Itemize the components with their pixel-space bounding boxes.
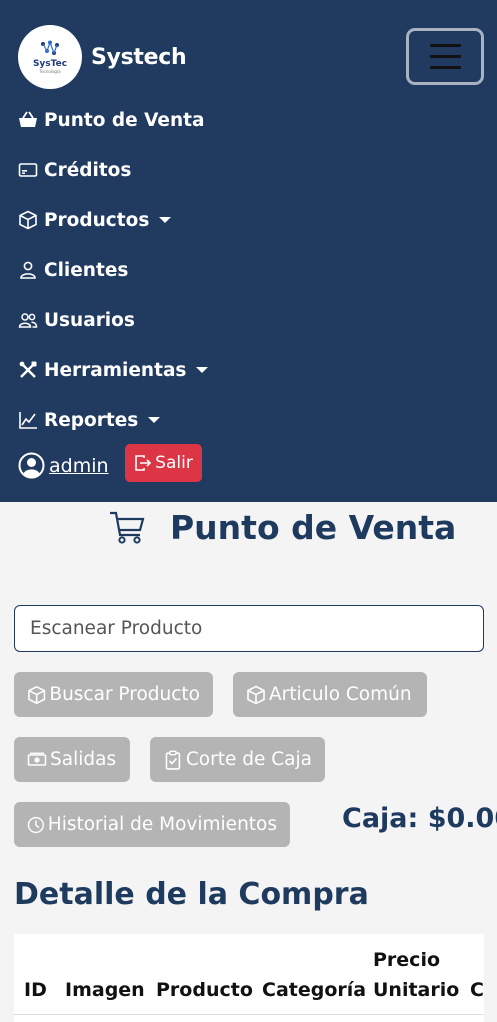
chevron-down-icon	[148, 417, 161, 423]
table-header-divider	[14, 1014, 484, 1015]
cash-icon	[27, 752, 47, 766]
column-header-cantidad: Ca	[470, 979, 484, 1001]
nav-item-label: Punto de Venta	[44, 109, 205, 131]
nav-item-reportes[interactable]: Reportes	[18, 407, 161, 433]
brand[interactable]: SysTec Tecnología Systech	[18, 25, 187, 89]
column-header-producto: Producto	[156, 979, 253, 1001]
logout-button[interactable]: Salir	[125, 444, 202, 482]
cash-cut-button[interactable]: Corte de Caja	[150, 737, 325, 782]
common-article-label: Articulo Común	[269, 684, 412, 705]
page-title: Punto de Venta	[108, 505, 456, 549]
nav-item-label: Clientes	[44, 259, 129, 281]
clock-icon	[27, 816, 44, 833]
navbar-toggler-button[interactable]	[406, 28, 484, 85]
common-article-button[interactable]: Articulo Común	[233, 672, 427, 717]
nav-item-creditos[interactable]: Créditos	[18, 157, 131, 183]
column-header-precio: Precio	[373, 949, 441, 971]
nav-item-herramientas[interactable]: Herramientas	[18, 357, 209, 383]
column-header-categoria: Categoría	[262, 979, 367, 1001]
hamburger-line	[429, 66, 461, 69]
box-icon	[28, 685, 46, 704]
tools-icon	[18, 360, 40, 380]
column-header-unitario: Unitario	[373, 979, 460, 1001]
nav-item-label: Herramientas	[44, 359, 187, 381]
outflows-label: Salidas	[50, 749, 117, 770]
search-product-label: Buscar Producto	[49, 684, 200, 705]
brand-logo: SysTec Tecnología	[18, 25, 82, 89]
logout-label: Salir	[155, 453, 193, 473]
cart-icon	[110, 511, 145, 544]
outflows-button[interactable]: Salidas	[14, 737, 130, 782]
user-name: admin	[49, 454, 109, 477]
logo-mark-icon	[41, 40, 59, 55]
column-header-id: ID	[24, 979, 47, 1001]
movement-history-button[interactable]: Historial de Movimientos	[14, 802, 290, 847]
line-chart-icon	[18, 410, 40, 430]
box-icon	[247, 685, 265, 704]
box-icon	[18, 210, 40, 230]
logo-text: SysTec	[32, 59, 68, 69]
basket-icon	[18, 110, 40, 130]
nav-item-productos[interactable]: Productos	[18, 207, 172, 233]
hamburger-line	[429, 55, 461, 58]
logout-icon	[135, 455, 152, 471]
credit-card-icon	[18, 160, 40, 180]
nav-item-clientes[interactable]: Clientes	[18, 257, 128, 283]
nav-item-usuarios[interactable]: Usuarios	[18, 307, 135, 333]
nav-item-label: Productos	[44, 209, 150, 231]
people-icon	[18, 310, 40, 330]
column-header-imagen: Imagen	[65, 979, 145, 1001]
movement-history-label: Historial de Movimientos	[47, 814, 277, 835]
clipboard-check-icon	[165, 750, 181, 770]
nav-item-label: Usuarios	[44, 309, 135, 331]
chevron-down-icon	[159, 217, 172, 223]
cash-balance: Caja: $0.00	[342, 803, 497, 834]
nav-item-label: Reportes	[44, 409, 139, 431]
person-icon	[18, 260, 40, 280]
user-link[interactable]: admin	[18, 452, 109, 479]
cash-cut-label: Corte de Caja	[185, 749, 312, 770]
user-circle-icon	[18, 452, 45, 479]
scan-product-input[interactable]	[14, 605, 484, 652]
search-product-button[interactable]: Buscar Producto	[14, 672, 213, 717]
navbar: SysTec Tecnología Systech Punto de Venta…	[0, 0, 497, 502]
page-title-text: Punto de Venta	[170, 507, 457, 547]
chevron-down-icon	[196, 367, 209, 373]
brand-name: Systech	[91, 44, 187, 70]
nav-item-label: Créditos	[44, 159, 132, 181]
purchase-detail-table: ID Imagen Producto Categoría Precio Unit…	[14, 934, 484, 1022]
purchase-detail-title: Detalle de la Compra	[14, 877, 369, 912]
hamburger-line	[429, 44, 461, 47]
logo-subtext: Tecnología	[39, 69, 61, 74]
nav-item-punto-de-venta[interactable]: Punto de Venta	[18, 107, 204, 133]
